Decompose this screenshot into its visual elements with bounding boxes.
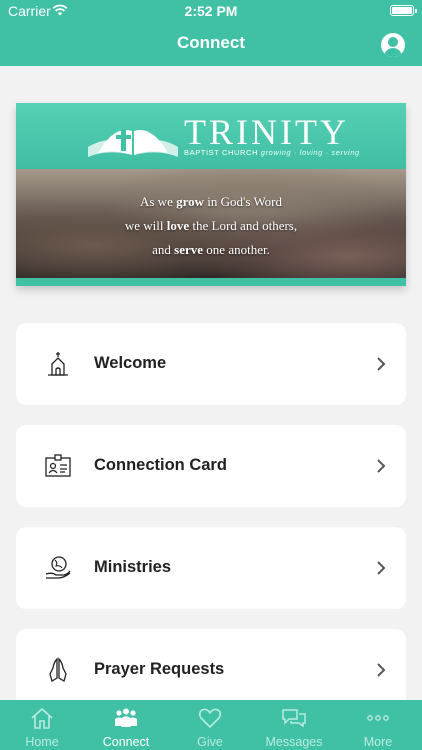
tab-more[interactable]: More [336,700,420,750]
page-title: Connect [177,33,245,52]
menu-item-prayer-requests[interactable]: Prayer Requests [16,629,406,711]
chevron-right-icon [377,663,386,677]
tab-label: Messages [265,735,323,749]
chevron-right-icon [377,357,386,371]
banner-verse: As we grow in God's Word we will love th… [16,190,406,262]
status-bar: Carrier 2:52 PM [0,0,422,22]
tab-label: More [363,735,393,749]
brand-name: TRINITY [184,112,349,152]
tab-messages[interactable]: Messages [252,700,336,750]
home-icon [31,707,53,729]
tab-bar: Home Connect Give Messages More [0,700,422,750]
menu-item-label: Welcome [94,354,167,372]
id-card-icon [45,454,71,477]
brand-sub-label: BAPTIST CHURCH [184,148,259,157]
church-banner: TRINITY BAPTIST CHURCH growing · loving … [16,103,406,286]
profile-icon[interactable] [381,33,405,57]
banner-strip [16,278,406,286]
people-icon [115,708,137,727]
brand-subtitle: BAPTIST CHURCH growing · loving · servin… [184,148,360,157]
church-icon [48,352,68,376]
tab-label: Connect [102,735,150,749]
chevron-right-icon [377,561,386,575]
chevron-right-icon [377,459,386,473]
top-bar: Carrier 2:52 PM Connect [0,0,422,66]
praying-hands-icon [49,657,67,682]
tab-home[interactable]: Home [0,700,84,750]
brand-tagline: growing · loving · serving [260,148,360,157]
messages-icon [282,709,306,728]
tab-label: Home [25,735,59,749]
globe-hand-icon [45,556,71,579]
clock: 2:52 PM [184,3,238,19]
more-icon [367,715,389,721]
bible-cross-logo-icon [88,129,178,157]
menu-item-ministries[interactable]: Ministries [16,527,406,609]
verse-line-1: As we grow in God's Word [139,194,283,209]
verse-line-3: and serve one another. [152,242,270,257]
tab-label: Give [197,735,223,749]
verse-line-2: we will love the Lord and others, [124,218,298,233]
menu-item-welcome[interactable]: Welcome [16,323,406,405]
menu-item-label: Prayer Requests [94,660,225,678]
tab-connect[interactable]: Connect [84,700,168,750]
heart-icon [198,708,222,729]
tab-give[interactable]: Give [168,700,252,750]
menu-item-label: Connection Card [94,456,227,474]
menu-item-connection-card[interactable]: Connection Card [16,425,406,507]
menu-item-label: Ministries [94,558,172,576]
battery-icon [390,5,417,16]
